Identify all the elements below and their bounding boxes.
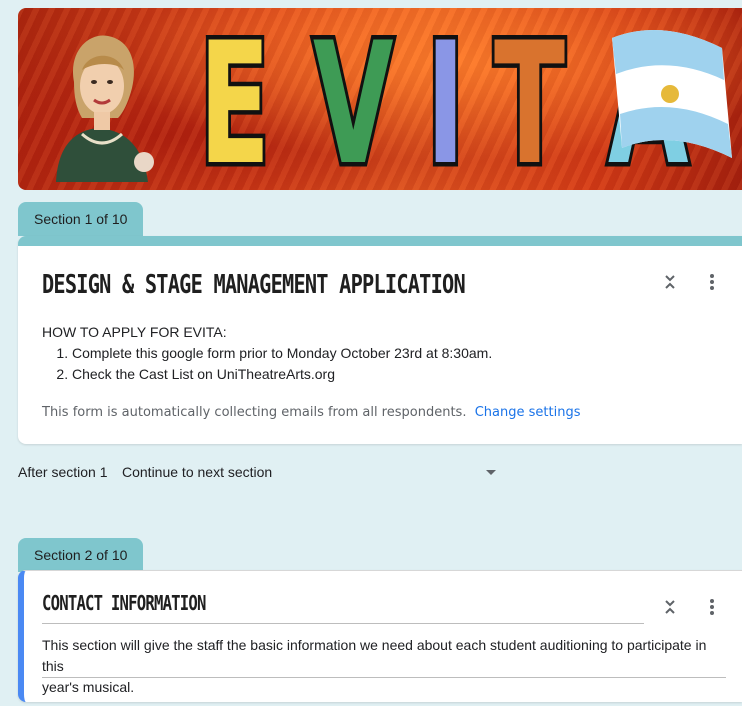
section-2-title[interactable]: CONTACT INFORMATION — [42, 591, 206, 615]
section-2-tab-label: Section 2 of 10 — [34, 547, 128, 563]
header-banner-image: E V I T A — [18, 8, 742, 190]
email-notice-text: This form is automatically collecting em… — [42, 405, 467, 420]
change-settings-link[interactable]: Change settings — [475, 405, 581, 420]
description-line: This section will give the staff the bas… — [42, 637, 707, 674]
section-2-card[interactable]: CONTACT INFORMATION This section will gi… — [18, 570, 742, 702]
title-underline — [42, 623, 644, 624]
description-line: year's musical. — [42, 679, 135, 695]
collapse-icon[interactable] — [658, 595, 682, 619]
banner-letter: E — [196, 8, 273, 191]
apply-step: Complete this google form prior to Monda… — [72, 343, 492, 364]
apply-heading: HOW TO APPLY FOR EVITA: — [42, 324, 227, 340]
argentina-flag-icon — [612, 30, 732, 158]
email-notice: This form is automatically collecting em… — [42, 402, 580, 423]
after-section-select[interactable]: Continue to next section — [122, 464, 272, 480]
after-section-control[interactable]: After section 1 Continue to next section — [18, 464, 496, 480]
section-1-description[interactable]: HOW TO APPLY FOR EVITA: Complete this go… — [42, 322, 492, 385]
after-section-label: After section 1 — [18, 464, 108, 480]
section-1-tab: Section 1 of 10 — [18, 202, 144, 236]
section-2-tab: Section 2 of 10 — [18, 538, 144, 572]
section-2-description[interactable]: This section will give the staff the bas… — [42, 635, 732, 698]
apply-steps: Complete this google form prior to Monda… — [42, 343, 492, 385]
collapse-icon[interactable] — [658, 270, 682, 294]
banner-letter: V — [310, 8, 396, 191]
portrait-image — [56, 35, 154, 182]
banner-letter: I — [423, 8, 467, 191]
more-vert-icon[interactable] — [700, 270, 724, 294]
section-1-tab-label: Section 1 of 10 — [34, 211, 128, 227]
banner-letter: T — [492, 8, 569, 191]
description-underline — [42, 677, 726, 678]
apply-step: Check the Cast List on UniTheatreArts.or… — [72, 364, 492, 385]
title-letters: E V I T A — [178, 8, 691, 191]
more-vert-icon[interactable] — [700, 595, 724, 619]
section-1-card[interactable]: DESIGN & STAGE MANAGEMENT APPLICATION HO… — [18, 236, 742, 444]
section-1-title[interactable]: DESIGN & STAGE MANAGEMENT APPLICATION — [42, 270, 466, 300]
dropdown-arrow-icon[interactable] — [486, 470, 496, 475]
